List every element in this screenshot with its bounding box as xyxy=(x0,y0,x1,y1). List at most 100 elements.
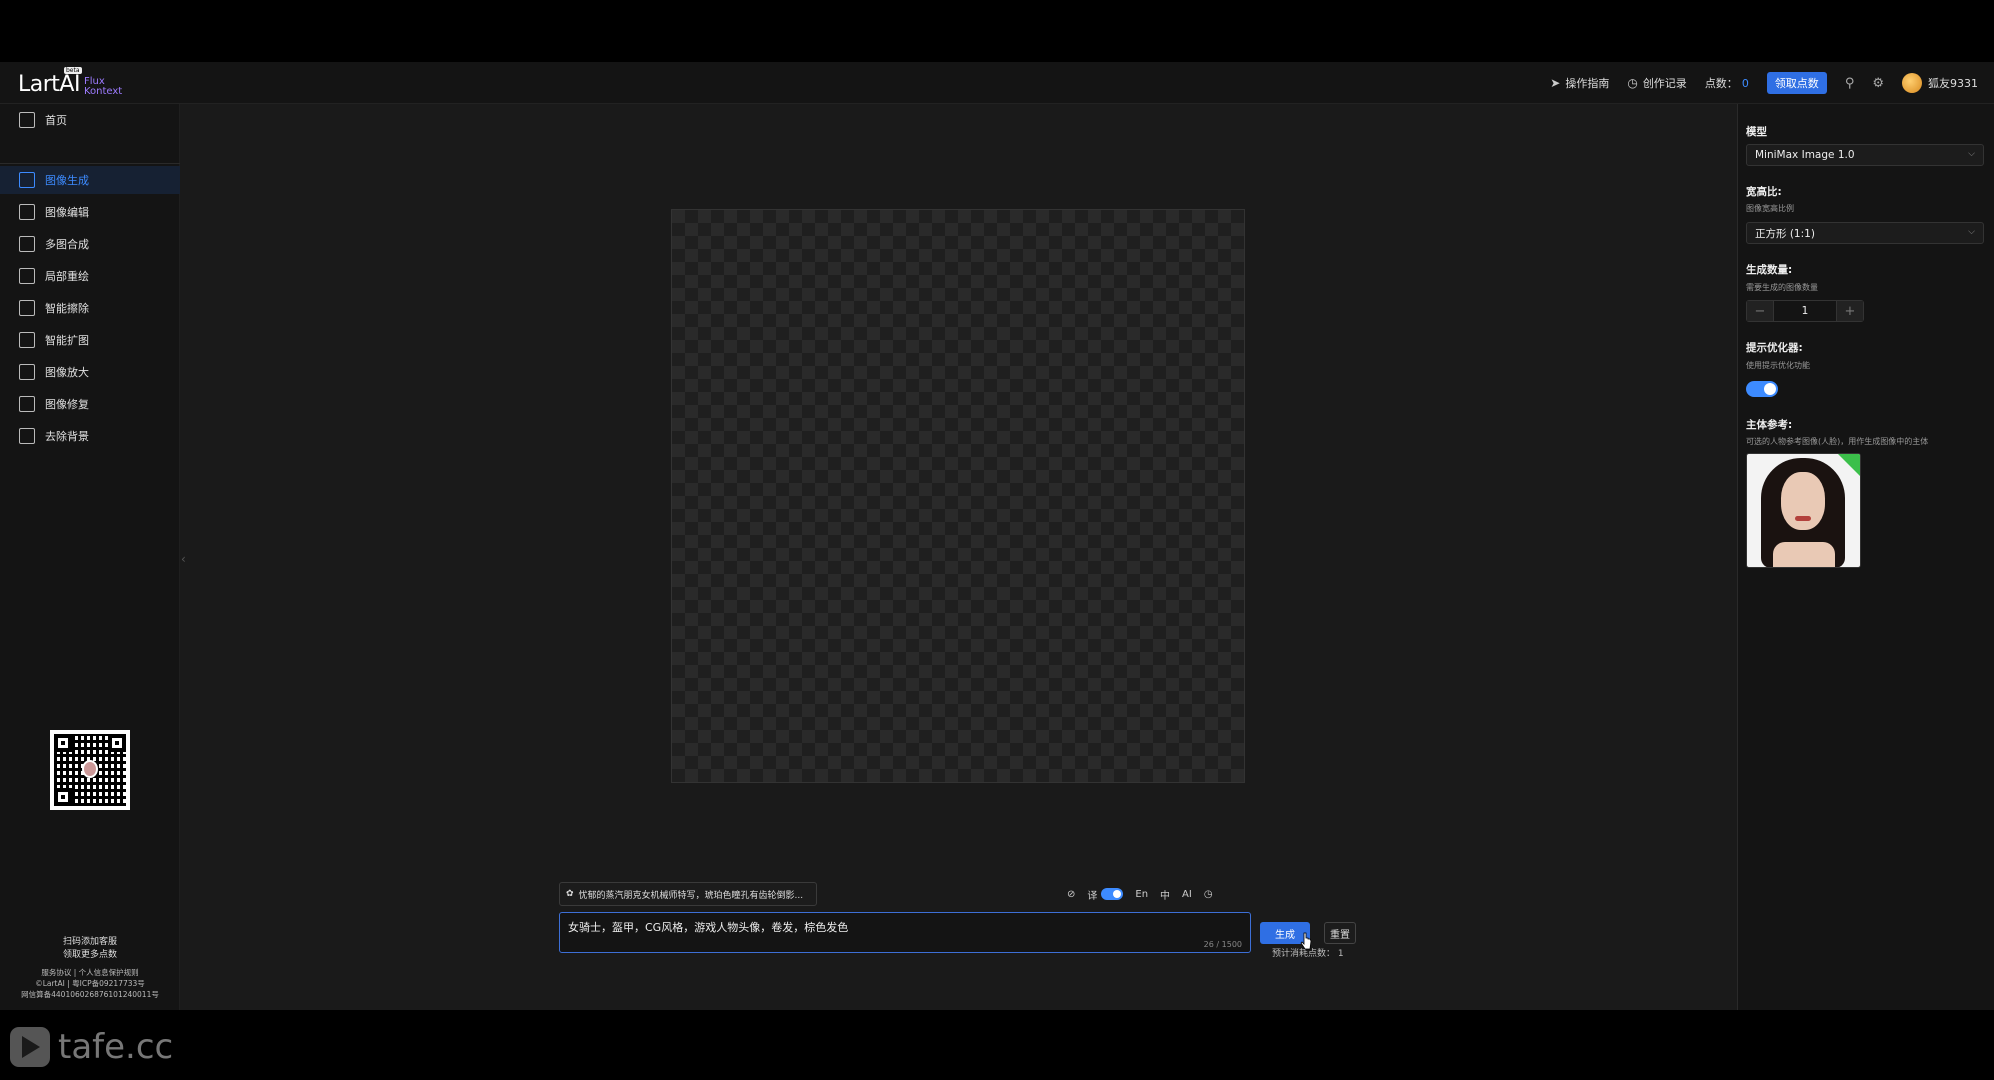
sidebar-item-label: 智能擦除 xyxy=(45,302,89,315)
lang-en-button[interactable]: En xyxy=(1135,889,1148,900)
translate-label: 译 xyxy=(1087,890,1098,902)
image-canvas xyxy=(671,209,1245,783)
prompt-tools: ⊘ 译 En 中 AI ◷ xyxy=(1067,885,1213,903)
sidebar-item-label: 图像放大 xyxy=(45,366,89,379)
pin-icon[interactable]: ⚲ xyxy=(1845,76,1855,91)
layers-icon xyxy=(19,236,35,252)
clock-icon: ◷ xyxy=(1627,76,1638,90)
prompt-suggestion[interactable]: ✿ 忧郁的蒸汽朋克女机械师特写，琥珀色瞳孔有齿轮倒影... xyxy=(559,882,817,906)
eraser-icon xyxy=(19,300,35,316)
repair-icon xyxy=(19,396,35,412)
logo-subtitle: Flux Kontext xyxy=(84,77,122,98)
count-label: 生成数量: xyxy=(1746,264,1793,276)
ratio-hint: 图像宽高比例 xyxy=(1746,204,1794,213)
logo-sub-kontext: Kontext xyxy=(83,86,123,97)
prompt-input[interactable]: 女骑士，盔甲，CG风格，游戏人物头像，卷发，棕色发色 26 / 1500 xyxy=(559,912,1251,953)
ratio-value: 正方形 (1:1) xyxy=(1755,227,1815,240)
sidebar-divider xyxy=(0,163,180,164)
subject-reference-image[interactable] xyxy=(1746,453,1861,568)
home-icon xyxy=(19,112,35,128)
avatar xyxy=(1902,73,1922,93)
crop-icon xyxy=(19,332,35,348)
play-logo-icon xyxy=(10,1027,50,1067)
quantity-stepper: − 1 + xyxy=(1746,300,1864,322)
qr-caption-2: 领取更多点数 xyxy=(62,950,117,960)
char-count: 26 / 1500 xyxy=(1203,940,1242,949)
model-select[interactable]: MiniMax Image 1.0 ⌵ xyxy=(1746,144,1984,166)
clear-icon[interactable]: ⊘ xyxy=(1067,889,1075,900)
upscale-icon xyxy=(19,364,35,380)
gear-icon[interactable]: ⚙ xyxy=(1872,76,1884,91)
sidebar-item-outpaint[interactable]: 智能扩图 xyxy=(0,326,180,354)
chat-icon xyxy=(19,172,35,188)
sidebar-item-multi-compose[interactable]: 多图合成 xyxy=(0,230,180,258)
ai-button[interactable]: AI xyxy=(1182,889,1192,900)
sidebar-item-label: 首页 xyxy=(45,114,67,127)
points-value: 0 xyxy=(1741,76,1749,90)
footer-links[interactable]: 服务协议 | 个人信息保护规则 xyxy=(0,967,180,978)
selected-badge xyxy=(1838,454,1860,476)
chevron-down-icon: ⌵ xyxy=(1968,149,1975,159)
optimizer-hint: 使用提示优化功能 xyxy=(1746,361,1810,370)
optimizer-label: 提示优化器: xyxy=(1746,342,1803,354)
reset-button[interactable]: 重置 xyxy=(1324,922,1356,944)
sparkle-icon: ✿ xyxy=(566,889,574,899)
sidebar-item-label: 局部重绘 xyxy=(45,270,89,283)
subject-label: 主体参考: xyxy=(1746,419,1793,431)
points-label: 点数： xyxy=(1704,77,1738,90)
sidebar-item-label: 智能扩图 xyxy=(45,334,89,347)
optimizer-toggle[interactable] xyxy=(1746,381,1778,397)
mouse-cursor-icon xyxy=(1300,932,1312,950)
sidebar-item-remove-bg[interactable]: 去除背景 xyxy=(0,422,180,450)
sidebar-item-image-edit[interactable]: 图像编辑 xyxy=(0,198,180,226)
subject-hint: 可选的人物参考图像(人脸)，用作生成图像中的主体 xyxy=(1746,437,1929,446)
chevron-down-icon: ⌵ xyxy=(1968,227,1975,237)
collapse-sidebar-icon[interactable]: ‹ xyxy=(181,552,186,566)
sidebar-item-label: 多图合成 xyxy=(45,238,89,251)
qr-code xyxy=(50,730,130,810)
app-window: LartAI beta Flux Kontext ➤ 操作指南 ◷ 创作记录 点… xyxy=(0,62,1994,1010)
sidebar-item-label: 去除背景 xyxy=(45,430,89,443)
suggestion-text: 忧郁的蒸汽朋克女机械师特写，琥珀色瞳孔有齿轮倒影... xyxy=(578,890,804,901)
sidebar-item-label: 图像修复 xyxy=(45,398,89,411)
header-actions: ➤ 操作指南 ◷ 创作记录 点数： 0 领取点数 ⚲ ⚙ 狐友9331 xyxy=(1550,62,1978,104)
claim-points-button[interactable]: 领取点数 xyxy=(1766,72,1827,94)
ratio-label: 宽高比: xyxy=(1746,186,1782,198)
letterbox-top xyxy=(0,0,1994,62)
count-hint: 需要生成的图像数量 xyxy=(1746,283,1818,292)
logo-beta-badge: beta xyxy=(64,67,82,74)
letterbox-bottom xyxy=(0,1010,1994,1080)
sidebar-item-erase[interactable]: 智能擦除 xyxy=(0,294,180,322)
sidebar: 首页 图像生成 图像编辑 多图合成 局部重绘 智能擦除 智能扩图 图像放大 图像… xyxy=(0,104,180,1010)
history-icon[interactable]: ◷ xyxy=(1204,889,1213,900)
history-label: 创作记录 xyxy=(1642,77,1687,90)
settings-panel: 模型 MiniMax Image 1.0 ⌵ 宽高比: 图像宽高比例 正方形 (… xyxy=(1737,104,1994,1010)
translate-toggle[interactable] xyxy=(1101,888,1124,900)
prompt-text: 女骑士，盔甲，CG风格，游戏人物头像，卷发，棕色发色 xyxy=(568,921,849,934)
sidebar-item-image-generate[interactable]: 图像生成 xyxy=(0,166,180,194)
increment-button[interactable]: + xyxy=(1837,301,1863,321)
guide-label: 操作指南 xyxy=(1565,77,1610,90)
username: 狐友9331 xyxy=(1928,77,1978,90)
watermark: tafe.cc xyxy=(10,1027,173,1067)
edit-icon xyxy=(19,268,35,284)
logo[interactable]: LartAI beta Flux Kontext xyxy=(18,67,122,98)
quantity-value[interactable]: 1 xyxy=(1773,301,1837,321)
send-icon: ➤ xyxy=(1550,76,1561,90)
points-display: 点数： 0 xyxy=(1705,75,1749,91)
decrement-button[interactable]: − xyxy=(1747,301,1773,321)
top-header: LartAI beta Flux Kontext ➤ 操作指南 ◷ 创作记录 点… xyxy=(0,62,1994,104)
sidebar-item-repair[interactable]: 图像修复 xyxy=(0,390,180,418)
file-icon xyxy=(19,428,35,444)
history-link[interactable]: ◷ 创作记录 xyxy=(1627,75,1686,91)
sidebar-item-inpaint[interactable]: 局部重绘 xyxy=(0,262,180,290)
user-menu[interactable]: 狐友9331 xyxy=(1902,73,1978,93)
sidebar-item-upscale[interactable]: 图像放大 xyxy=(0,358,180,386)
ratio-select[interactable]: 正方形 (1:1) ⌵ xyxy=(1746,222,1984,244)
model-value: MiniMax Image 1.0 xyxy=(1755,149,1855,161)
guide-link[interactable]: ➤ 操作指南 xyxy=(1550,75,1609,91)
sidebar-item-home[interactable]: 首页 xyxy=(0,106,180,134)
lang-zh-button[interactable]: 中 xyxy=(1160,887,1170,902)
sidebar-item-label: 图像生成 xyxy=(45,174,89,187)
model-label: 模型 xyxy=(1746,126,1767,138)
